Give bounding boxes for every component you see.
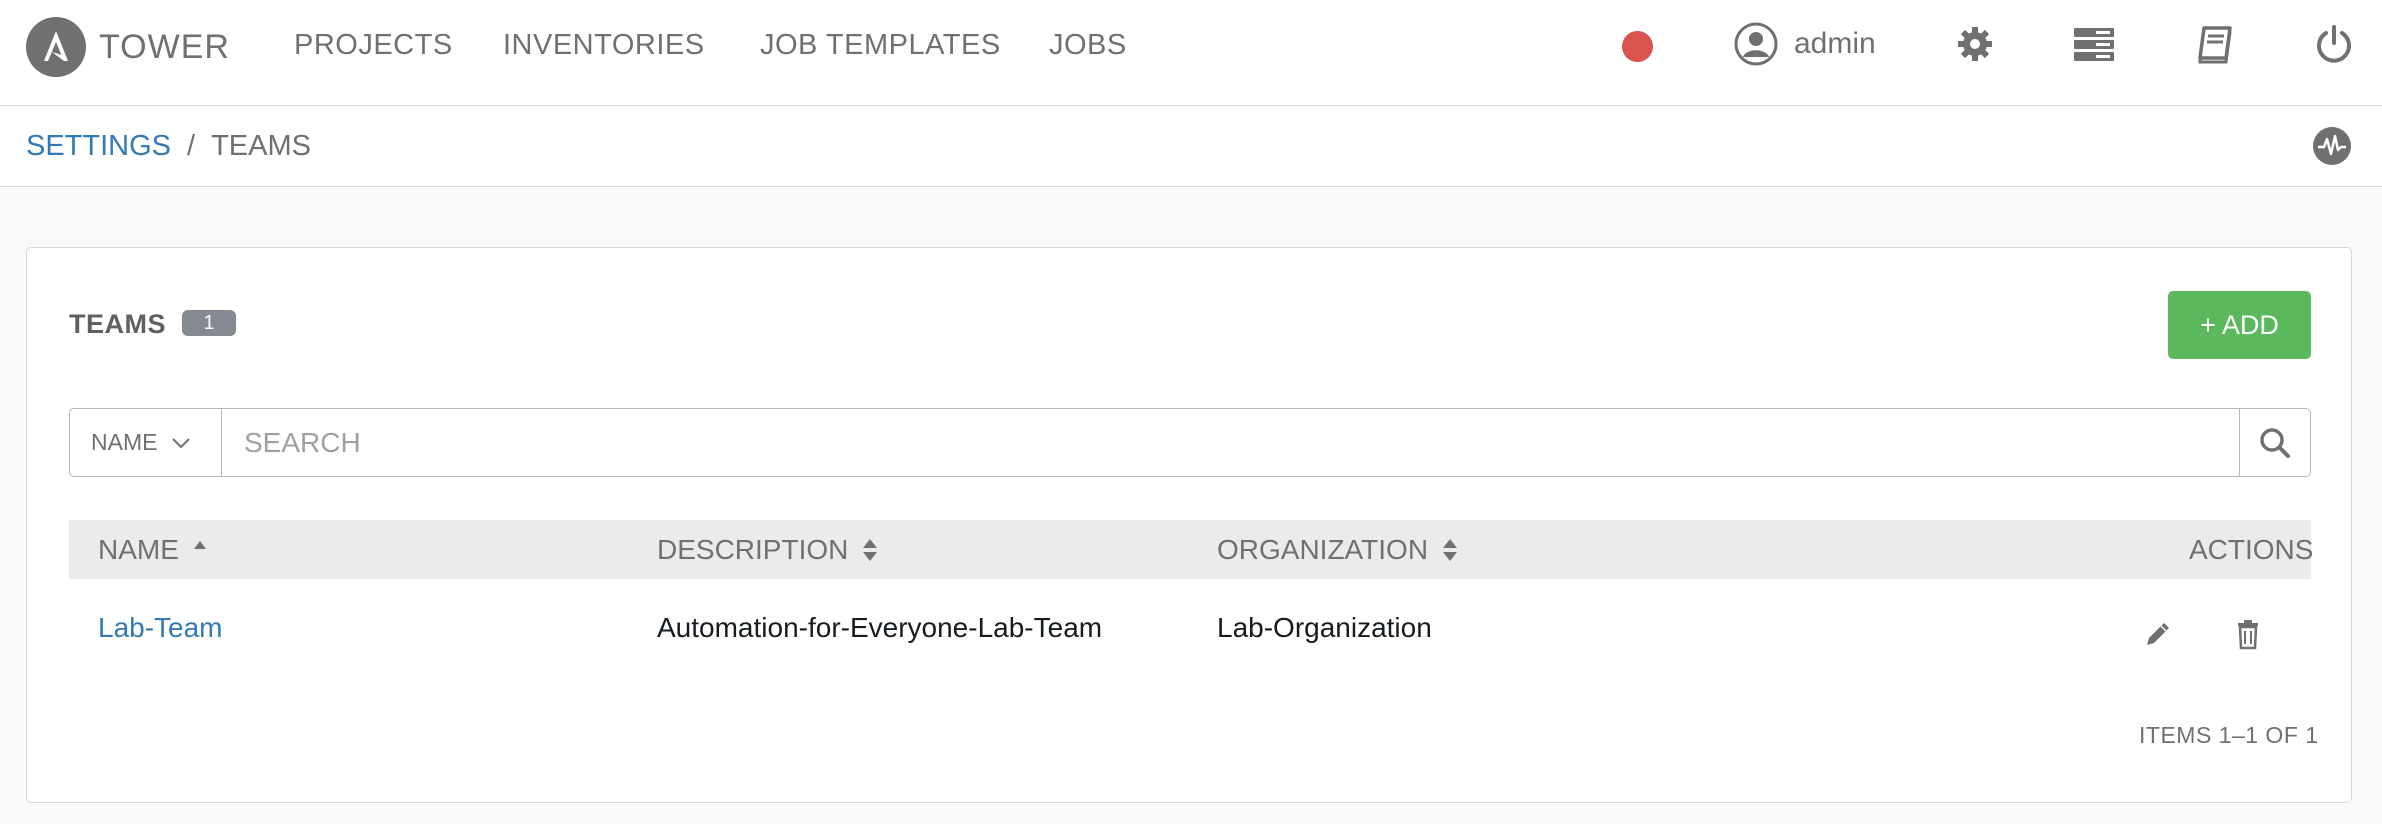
breadcrumb-current: TEAMS — [211, 130, 311, 162]
team-name-link[interactable]: Lab-Team — [98, 612, 223, 644]
gear-icon[interactable] — [1955, 24, 1995, 64]
column-header-actions: ACTIONS — [2189, 534, 2314, 565]
count-badge: 1 — [182, 310, 236, 336]
breadcrumb-settings[interactable]: SETTINGS — [26, 130, 171, 162]
top-navigation-bar: TOWER PROJECTS INVENTORIES JOB TEMPLATES… — [0, 0, 2382, 106]
nav-jobs[interactable]: JOBS — [1049, 29, 1127, 62]
nav-inventories[interactable]: INVENTORIES — [503, 29, 705, 62]
power-icon[interactable] — [2314, 24, 2354, 64]
search-input[interactable] — [222, 409, 2239, 476]
add-button[interactable]: + ADD — [2168, 291, 2311, 359]
search-bar: NAME — [69, 408, 2311, 477]
breadcrumb: SETTINGS / TEAMS — [26, 130, 311, 163]
panel-title: TEAMS — [69, 309, 166, 339]
user-menu[interactable]: admin — [1734, 22, 1876, 66]
sort-icon — [863, 539, 878, 561]
activity-stream-icon[interactable] — [2313, 127, 2351, 165]
pagination-info: ITEMS 1–1 OF 1 — [2139, 722, 2319, 748]
team-organization: Lab-Organization — [1217, 612, 1432, 643]
column-header-organization[interactable]: ORGANIZATION — [1217, 534, 1458, 566]
book-icon[interactable] — [2196, 24, 2236, 64]
search-field-select[interactable]: NAME — [70, 409, 222, 476]
sort-ascending-icon — [193, 541, 206, 549]
brand[interactable]: TOWER — [26, 17, 230, 77]
column-header-description[interactable]: DESCRIPTION — [657, 534, 878, 566]
user-name: admin — [1794, 27, 1876, 60]
table-header: NAME DESCRIPTION ORGANIZATION ACTIONS — [69, 520, 2314, 579]
pencil-icon[interactable] — [2142, 618, 2174, 650]
nav-job-templates[interactable]: JOB TEMPLATES — [760, 29, 1001, 62]
search-field-label: NAME — [91, 429, 158, 455]
server-icon[interactable] — [2074, 24, 2114, 64]
nav-projects[interactable]: PROJECTS — [294, 29, 453, 62]
search-icon — [2260, 427, 2290, 458]
ansible-logo-icon — [26, 17, 86, 77]
breadcrumb-bar: SETTINGS / TEAMS — [0, 106, 2382, 187]
status-dot-icon[interactable] — [1622, 31, 1653, 62]
trash-icon[interactable] — [2232, 618, 2264, 650]
brand-name: TOWER — [99, 27, 230, 66]
search-button[interactable] — [2239, 409, 2310, 476]
team-description: Automation-for-Everyone-Lab-Team — [657, 612, 1103, 643]
sort-icon — [1443, 539, 1458, 561]
breadcrumb-separator: / — [187, 130, 196, 162]
chevron-down-icon — [172, 437, 191, 448]
user-circle-icon — [1734, 22, 1778, 66]
teams-panel: TEAMS 1 + ADD NAME NAME DESCRIPTION — [26, 247, 2352, 803]
column-header-name[interactable]: NAME — [98, 534, 207, 566]
